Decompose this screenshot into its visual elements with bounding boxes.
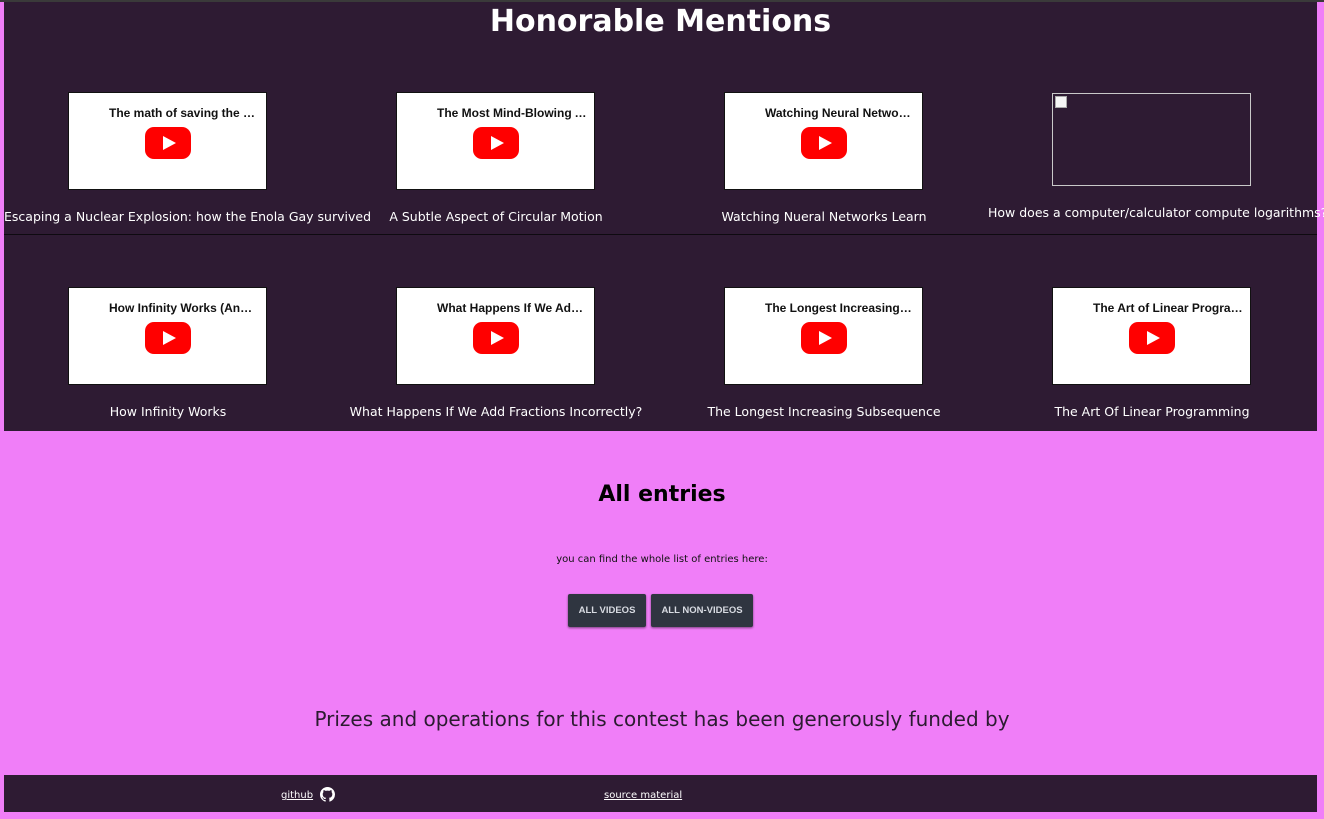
honorable-mentions-section: Honorable Mentions The math of saving th… [4, 2, 1324, 431]
video-thumbnail-title: What Happens If We Add ... [437, 301, 587, 315]
youtube-play-icon[interactable] [473, 127, 519, 159]
all-entries-description: you can find the whole list of entries h… [556, 554, 768, 565]
video-thumbnail[interactable]: The Most Mind-Blowing A... [396, 92, 595, 190]
github-link[interactable]: github [281, 790, 313, 801]
mention-card[interactable]: Watching Neural Network... Watching Nuer… [660, 82, 988, 232]
video-thumbnail-title: How Infinity Works (And H... [109, 301, 259, 315]
youtube-play-icon[interactable] [801, 322, 847, 354]
youtube-play-icon[interactable] [1129, 322, 1175, 354]
row-divider [4, 234, 1317, 235]
youtube-play-icon[interactable] [145, 127, 191, 159]
mention-card[interactable]: How does a computer/calculator compute l… [988, 82, 1324, 232]
video-thumbnail[interactable]: The Art of Linear Program... [1052, 287, 1251, 385]
all-videos-button[interactable]: ALL VIDEOS [568, 594, 646, 627]
github-icon[interactable] [320, 787, 335, 802]
video-thumbnail-title: Watching Neural Network... [765, 106, 915, 120]
video-thumbnail-title: The Art of Linear Program... [1093, 301, 1243, 315]
mention-card[interactable]: The math of saving the En... Escaping a … [4, 82, 371, 232]
footer: github source material [4, 775, 1317, 812]
broken-image-thumbnail[interactable] [1052, 93, 1251, 186]
mention-caption: The Longest Increasing Subsequence [707, 404, 941, 419]
mention-card[interactable]: The Most Mind-Blowing A... A Subtle Aspe… [332, 82, 660, 232]
youtube-play-icon[interactable] [473, 322, 519, 354]
funding-statement: Prizes and operations for this contest h… [314, 707, 1010, 731]
mention-caption: A Subtle Aspect of Circular Motion [389, 209, 603, 224]
video-thumbnail[interactable]: The math of saving the En... [68, 92, 267, 190]
youtube-play-icon[interactable] [145, 322, 191, 354]
mention-card[interactable]: What Happens If We Add ... What Happens … [332, 277, 660, 427]
mention-caption: How does a computer/calculator compute l… [988, 205, 1324, 220]
mention-card[interactable]: How Infinity Works (And H... How Infinit… [4, 277, 332, 427]
mention-card[interactable]: The Longest Increasing S... The Longest … [660, 277, 988, 427]
video-thumbnail[interactable]: The Longest Increasing S... [724, 287, 923, 385]
video-thumbnail[interactable]: What Happens If We Add ... [396, 287, 595, 385]
video-thumbnail-title: The Most Mind-Blowing A... [437, 106, 587, 120]
mention-caption: How Infinity Works [109, 404, 227, 419]
honorable-mentions-title: Honorable Mentions [489, 4, 832, 39]
all-non-videos-button[interactable]: ALL NON-VIDEOS [651, 594, 753, 627]
source-material-link[interactable]: source material [604, 790, 682, 801]
video-thumbnail[interactable]: Watching Neural Network... [724, 92, 923, 190]
mention-caption: The Art Of Linear Programming [1054, 404, 1250, 419]
video-thumbnail-title: The Longest Increasing S... [765, 301, 915, 315]
mentions-row-2: How Infinity Works (And H... How Infinit… [4, 277, 1317, 427]
mention-card[interactable]: The Art of Linear Program... The Art Of … [988, 277, 1316, 427]
video-thumbnail-title: The math of saving the En... [109, 106, 259, 120]
mention-caption: Escaping a Nuclear Explosion: how the En… [4, 209, 371, 224]
all-entries-title: All entries [598, 482, 726, 507]
mentions-row-1: The math of saving the En... Escaping a … [4, 82, 1324, 232]
mention-caption: What Happens If We Add Fractions Incorre… [349, 404, 643, 419]
mention-caption: Watching Nueral Networks Learn [721, 209, 927, 224]
youtube-play-icon[interactable] [801, 127, 847, 159]
broken-image-icon [1055, 96, 1067, 108]
video-thumbnail[interactable]: How Infinity Works (And H... [68, 287, 267, 385]
